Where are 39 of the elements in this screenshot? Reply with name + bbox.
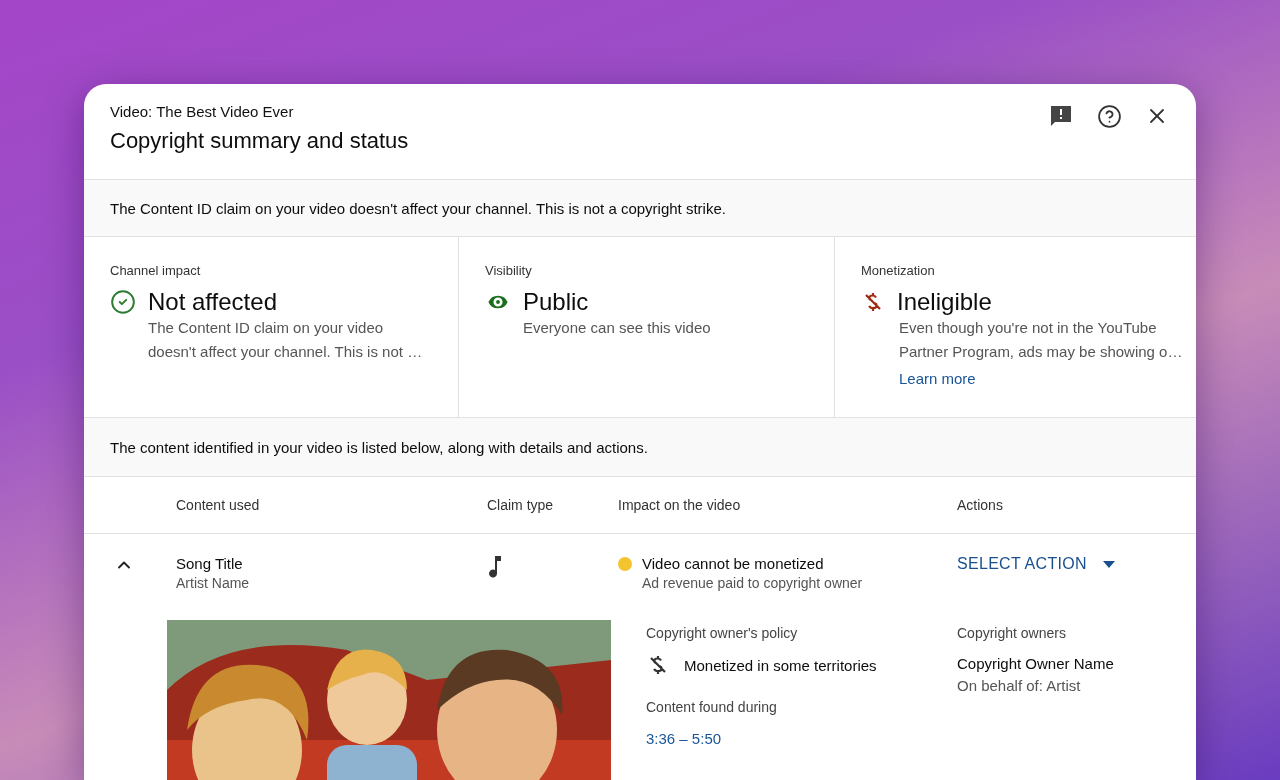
- owner-name: Copyright Owner Name: [957, 655, 1115, 672]
- card-value: Not affected: [148, 288, 277, 316]
- content-notice-text: The content identified in your video is listed below, along with details and actions.: [110, 438, 648, 456]
- policy-text: Monetized in some territories: [684, 656, 877, 674]
- check-circle-icon: [110, 289, 136, 315]
- impact-detail: Ad revenue paid to copyright owner: [641, 575, 864, 591]
- notice-text: The Content ID claim on your video doesn't affect your channel. This is not a copyright strike.: [110, 199, 726, 217]
- card-value: Ineligible: [897, 288, 992, 316]
- feedback-button[interactable]: [1048, 103, 1074, 129]
- column-header: Content used: [176, 497, 261, 513]
- select-action-dropdown[interactable]: SELECT ACTION: [957, 555, 1115, 573]
- column-header: Actions: [957, 497, 1004, 513]
- artist-name: Artist Name: [176, 575, 251, 591]
- video-name: Video: The Best Video Ever: [110, 103, 295, 120]
- card-label: Monetization: [861, 263, 936, 278]
- caret-icon: [1102, 560, 1115, 568]
- card-label: Channel impact: [110, 263, 202, 278]
- policy-label: Copyright owner's policy: [646, 625, 799, 641]
- card-description: The Content ID claim on your video: [148, 318, 385, 338]
- card-label: Visibility: [485, 263, 533, 278]
- song-title: Song Title: [176, 555, 244, 572]
- found-label: Content found during: [646, 699, 778, 715]
- dialog-title: Copyright summary and status: [110, 128, 409, 154]
- card-description: Even though you're not in the YouTube: [899, 318, 1158, 338]
- card-value: Public: [523, 288, 589, 316]
- column-header: Impact on the video: [618, 497, 742, 513]
- column-header: Claim type: [487, 497, 555, 513]
- impact-text: Video cannot be monetized: [642, 555, 824, 572]
- card-description: Partner Program, ads may be showing o…: [899, 342, 1184, 362]
- owner-behalf: On behalf of: Artist: [957, 677, 1082, 694]
- card-description: Everyone can see this video: [523, 318, 712, 338]
- music-note-icon: [487, 555, 503, 579]
- card-description: doesn't affect your channel. This is not …: [148, 342, 424, 362]
- feedback-icon: [1049, 104, 1073, 128]
- owners-label: Copyright owners: [957, 625, 1067, 641]
- learn-more-link[interactable]: Learn more: [899, 370, 976, 387]
- timestamp-link[interactable]: 3:36 – 5:50: [646, 730, 722, 747]
- help-button[interactable]: [1096, 103, 1122, 129]
- help-icon: [1096, 103, 1122, 129]
